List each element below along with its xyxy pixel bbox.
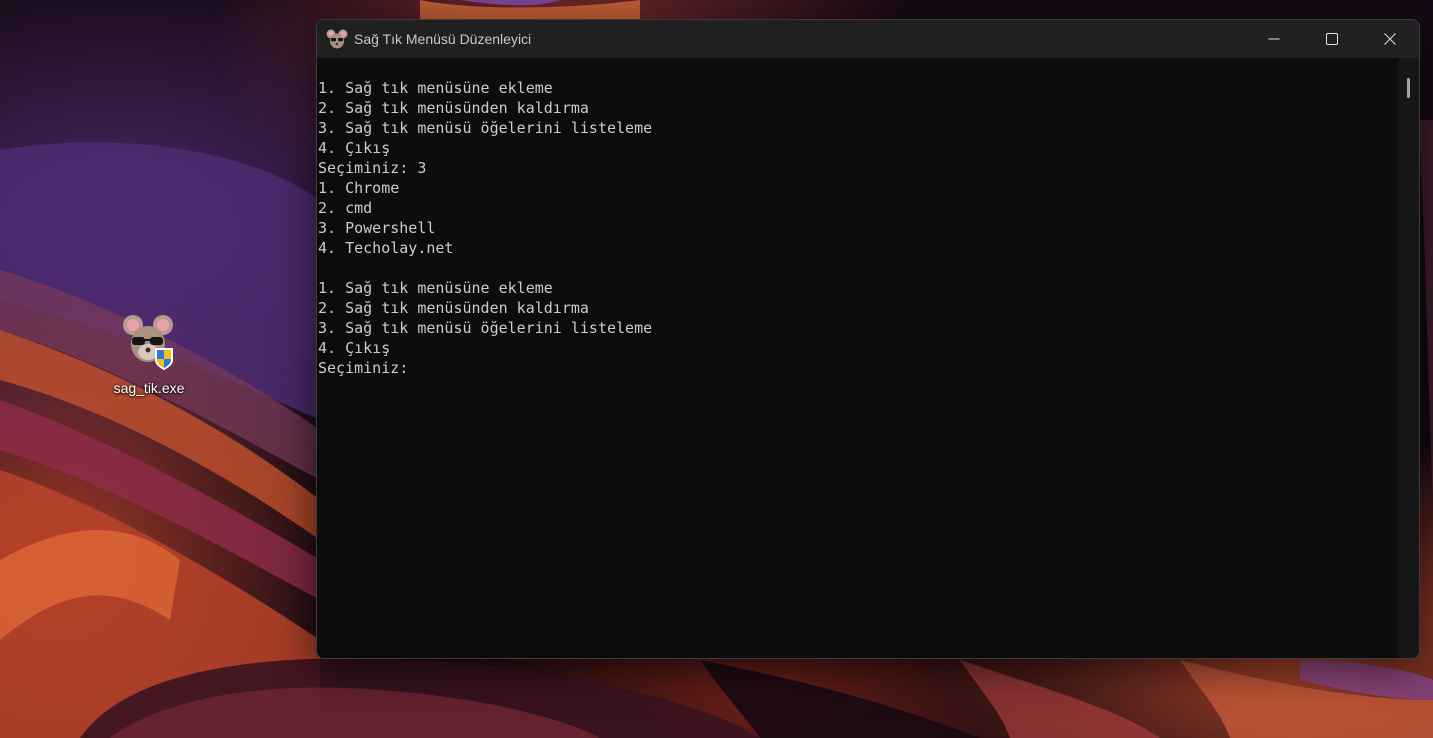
maximize-button[interactable] [1303,20,1361,58]
minimize-button[interactable] [1245,20,1303,58]
console-line: 4. Çıkış [318,339,391,357]
console-line: 1. Sağ tık menüsüne ekleme [318,79,553,97]
console-prompt-line[interactable]: Seçiminiz: [318,358,1397,378]
console-line: Seçiminiz: 3 [318,159,427,177]
console-line: 2. Sağ tık menüsünden kaldırma [318,299,589,317]
console-line: 4. Techolay.net [318,239,454,257]
console-line: 3. Sağ tık menüsü öğelerini listeleme [318,319,653,337]
scrollbar-thumb[interactable] [1407,78,1410,98]
window-controls [1245,20,1419,58]
console-line: 3. Powershell [318,219,436,237]
maximize-icon [1326,33,1338,45]
console-window[interactable]: Sağ Tık Menüsü Düzenleyici 1. Sağ tık me… [316,19,1420,659]
desktop-icon-sag-tik-exe[interactable]: sag_tik.exe [98,312,200,402]
console-output[interactable]: 1. Sağ tık menüsüne ekleme 2. Sağ tık me… [317,58,1397,658]
close-button[interactable] [1361,20,1419,58]
minimize-icon [1268,38,1280,40]
console-lines: 1. Sağ tık menüsüne ekleme 2. Sağ tık me… [317,58,1397,378]
window-titlebar[interactable]: Sağ Tık Menüsü Düzenleyici [317,20,1419,58]
console-line: 2. cmd [318,199,373,217]
console-line: 1. Chrome [318,179,400,197]
console-line: 4. Çıkış [318,139,391,157]
mouse-with-sunglasses-and-uac-shield-icon [119,312,179,372]
mouse-mascot-icon [326,29,348,49]
console-line: 2. Sağ tık menüsünden kaldırma [318,99,589,117]
console-line: 1. Sağ tık menüsüne ekleme [318,279,553,297]
desktop-icon-label: sag_tik.exe [113,380,185,396]
console-line: 3. Sağ tık menüsü öğelerini listeleme [318,119,653,137]
window-title: Sağ Tık Menüsü Düzenleyici [354,31,532,47]
close-icon [1384,33,1396,45]
vertical-scrollbar[interactable] [1398,58,1419,658]
